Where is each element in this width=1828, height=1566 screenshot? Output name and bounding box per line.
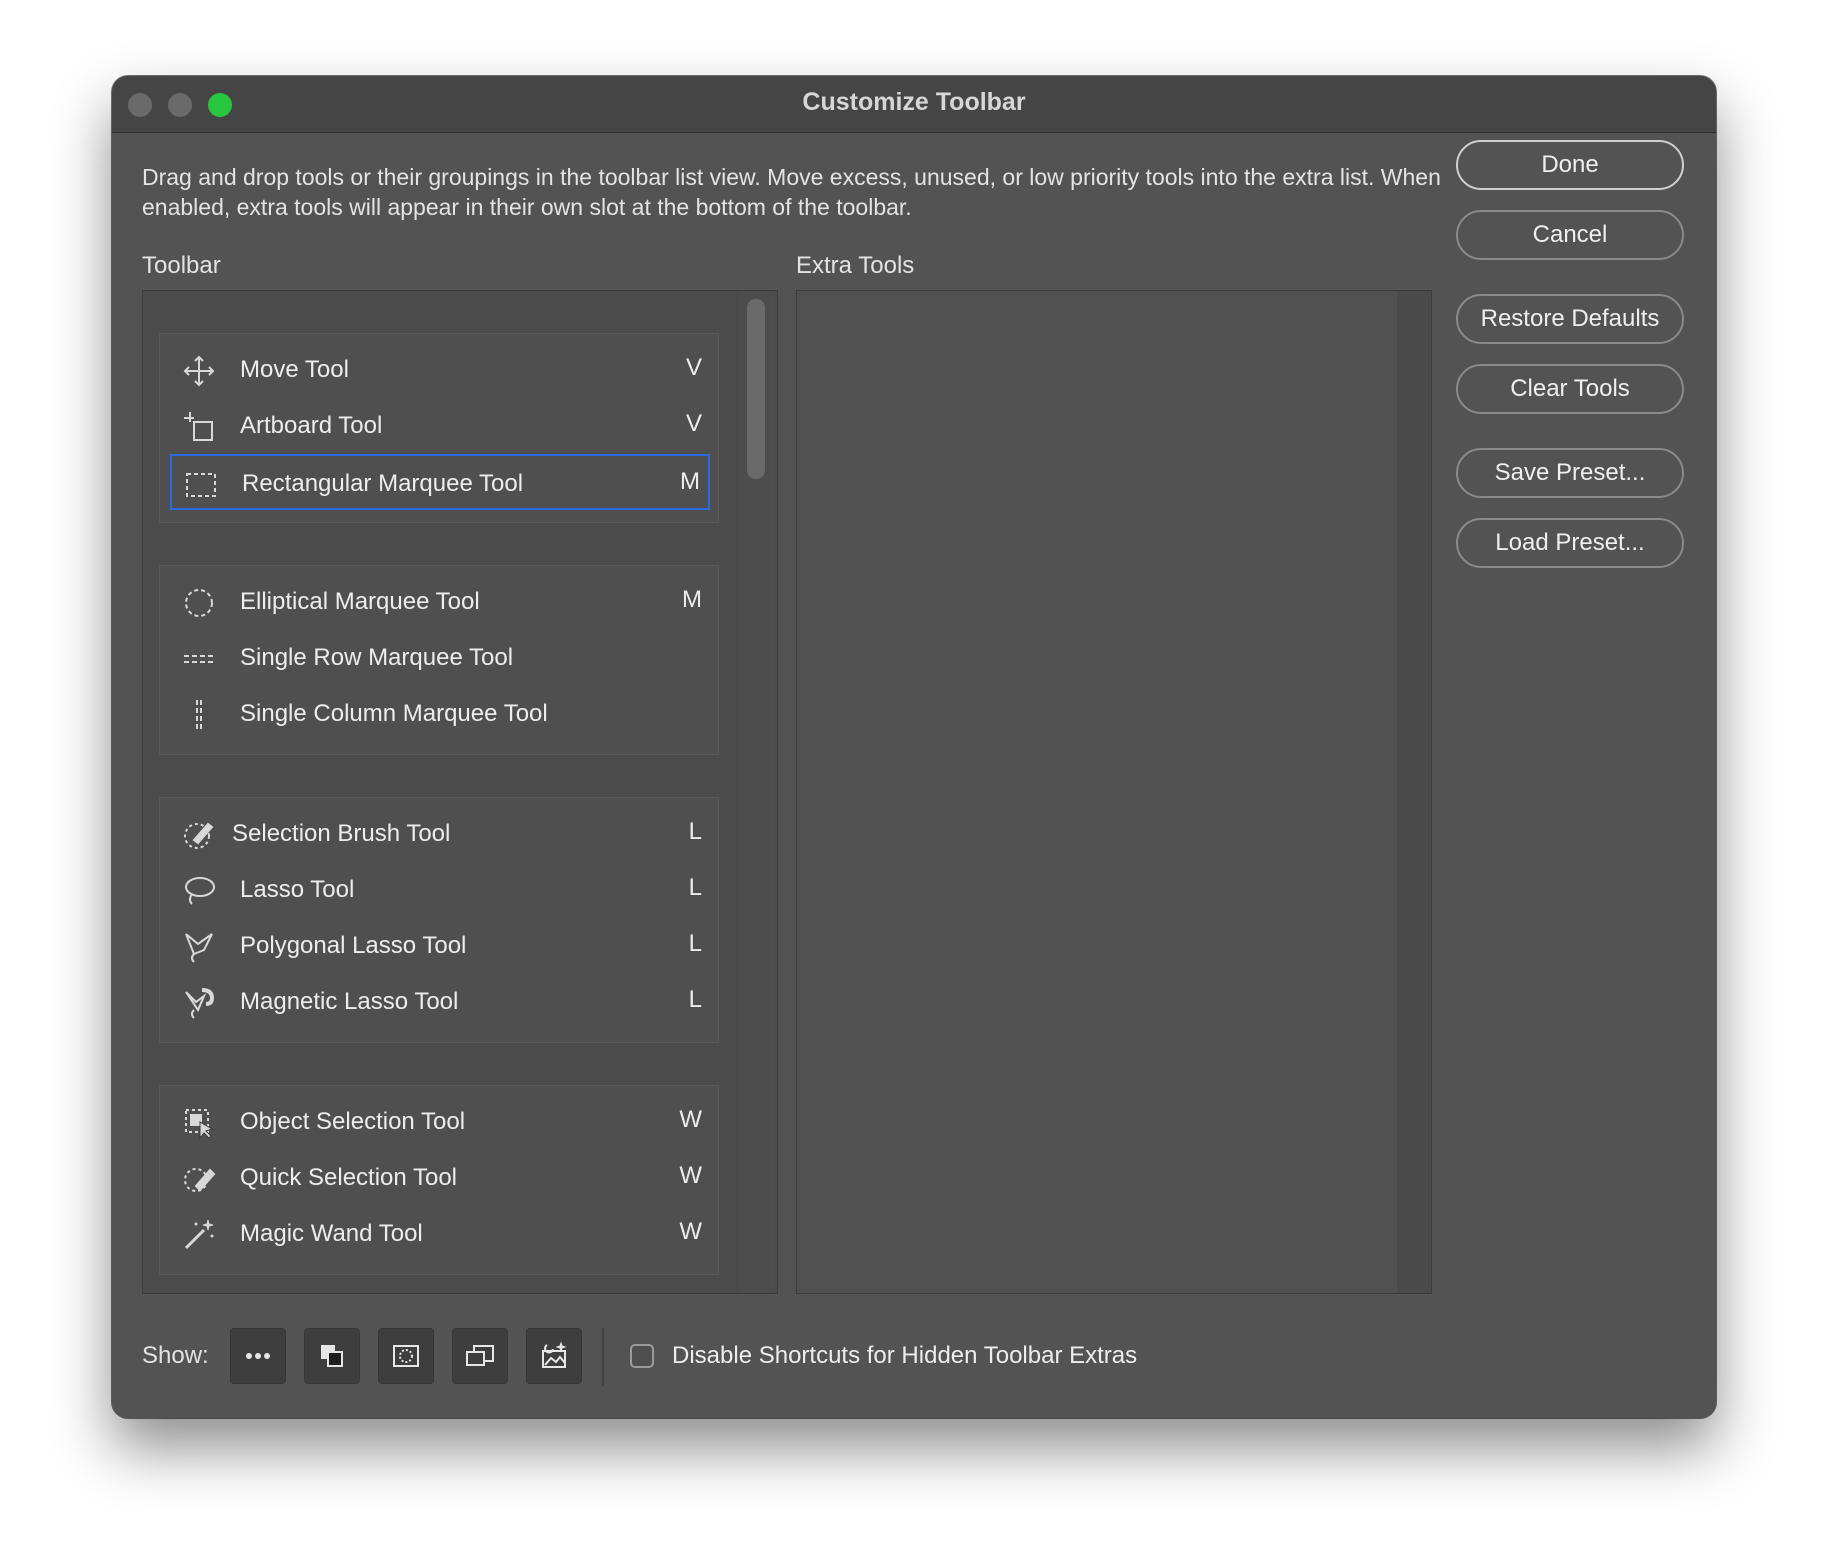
tool-name: Move Tool	[240, 356, 349, 383]
show-content-aware-button[interactable]	[526, 1328, 582, 1384]
tool-row-magic-wand[interactable]: Magic Wand Tool W	[170, 1206, 710, 1262]
tool-shortcut: M	[682, 586, 702, 613]
magnetic-lasso-icon	[182, 986, 216, 1020]
tool-shortcut: V	[685, 410, 702, 437]
done-button[interactable]: Done	[1456, 140, 1684, 190]
window-title: Customize Toolbar	[802, 88, 1026, 116]
tool-shortcut: W	[679, 1106, 702, 1133]
tool-name: Single Column Marquee Tool	[240, 700, 548, 727]
tool-name: Single Row Marquee Tool	[240, 644, 514, 671]
divider	[602, 1328, 604, 1386]
tool-row-move[interactable]: Move Tool V	[170, 342, 710, 398]
show-label: Show:	[142, 1342, 209, 1369]
toolbar-list[interactable]: Move Tool V Artboard Tool V Rectangular …	[142, 290, 778, 1294]
tool-row-elliptical-marquee[interactable]: Elliptical Marquee Tool M	[170, 574, 710, 630]
quick-selection-icon	[182, 1162, 216, 1196]
rect-marquee-icon	[184, 468, 218, 502]
color-swatches-icon	[321, 1345, 343, 1367]
tool-name: Selection Brush Tool	[232, 820, 451, 847]
tool-name: Rectangular Marquee Tool	[242, 470, 524, 497]
tool-name: Magnetic Lasso Tool	[240, 988, 459, 1015]
move-icon	[182, 354, 216, 388]
tool-shortcut: W	[679, 1162, 702, 1189]
save-preset-button[interactable]: Save Preset...	[1456, 448, 1684, 498]
ellipse-marquee-icon	[182, 586, 216, 620]
tool-row-artboard[interactable]: Artboard Tool V	[170, 398, 710, 454]
tool-row-quick-selection[interactable]: Quick Selection Tool W	[170, 1150, 710, 1206]
quick-mask-icon	[393, 1345, 419, 1367]
clear-tools-button[interactable]: Clear Tools	[1456, 364, 1684, 414]
toolbar-label: Toolbar	[142, 252, 221, 279]
customize-toolbar-dialog: Customize Toolbar Drag and drop tools or…	[112, 76, 1716, 1418]
single-row-marquee-icon	[182, 642, 216, 676]
tool-name: Artboard Tool	[240, 412, 383, 439]
tool-row-selection-brush[interactable]: Selection Brush Tool L	[170, 806, 710, 862]
show-quick-mask-button[interactable]	[378, 1328, 434, 1384]
restore-defaults-button[interactable]: Restore Defaults	[1456, 294, 1684, 344]
tool-name: Polygonal Lasso Tool	[240, 932, 467, 959]
tool-name: Quick Selection Tool	[240, 1164, 458, 1191]
tool-shortcut: L	[688, 986, 702, 1013]
tool-shortcut: M	[680, 468, 700, 495]
more-icon	[246, 1353, 270, 1359]
screen-mode-icon	[466, 1345, 494, 1366]
tool-group[interactable]: Move Tool V Artboard Tool V Rectangular …	[159, 333, 719, 523]
load-preset-button[interactable]: Load Preset...	[1456, 518, 1684, 568]
tool-shortcut: L	[688, 930, 702, 957]
tool-name: Object Selection Tool	[240, 1108, 466, 1135]
toolbar-scroll-thumb[interactable]	[747, 299, 765, 479]
polygonal-lasso-icon	[182, 930, 216, 964]
show-more-button[interactable]	[230, 1328, 286, 1384]
tool-group[interactable]: Elliptical Marquee Tool M Single Row Mar…	[159, 565, 719, 755]
tool-row-single-column-marquee[interactable]: Single Column Marquee Tool	[170, 686, 710, 742]
tool-name: Magic Wand Tool	[240, 1220, 423, 1247]
tool-row-magnetic-lasso[interactable]: Magnetic Lasso Tool L	[170, 974, 710, 1030]
tool-name: Elliptical Marquee Tool	[240, 588, 480, 615]
cancel-button[interactable]: Cancel	[1456, 210, 1684, 260]
title-bar: Customize Toolbar	[112, 76, 1716, 133]
tool-row-lasso[interactable]: Lasso Tool L	[170, 862, 710, 918]
content-aware-icon	[542, 1341, 567, 1368]
tool-shortcut: L	[688, 818, 702, 845]
tool-row-single-row-marquee[interactable]: Single Row Marquee Tool	[170, 630, 710, 686]
tool-row-rectangular-marquee[interactable]: Rectangular Marquee Tool M	[170, 454, 710, 510]
tool-name: Lasso Tool	[240, 876, 355, 903]
tool-group[interactable]: Object Selection Tool W Quick Selection …	[159, 1085, 719, 1275]
selection-brush-icon	[182, 818, 216, 852]
tool-row-object-selection[interactable]: Object Selection Tool W	[170, 1094, 710, 1150]
magic-wand-icon	[182, 1218, 216, 1252]
artboard-icon	[182, 410, 216, 444]
tool-row-polygonal-lasso[interactable]: Polygonal Lasso Tool L	[170, 918, 710, 974]
extra-tools-label: Extra Tools	[796, 252, 915, 279]
object-selection-icon	[182, 1106, 216, 1140]
disable-shortcuts-label[interactable]: Disable Shortcuts for Hidden Toolbar Ext…	[672, 1342, 1137, 1370]
extra-tools-scrollbar[interactable]	[1397, 291, 1431, 1293]
extra-tools-list[interactable]	[796, 290, 1432, 1294]
show-options-bar: Show: Disable Shortcuts for Hidden Toolb…	[142, 1328, 1716, 1388]
disable-shortcuts-checkbox[interactable]	[630, 1344, 654, 1368]
instructions-text: Drag and drop tools or their groupings i…	[142, 164, 1441, 220]
lasso-icon	[182, 874, 216, 908]
show-color-swatches-button[interactable]	[304, 1328, 360, 1384]
tool-shortcut: L	[688, 874, 702, 901]
tool-shortcut: V	[685, 354, 702, 381]
tool-group[interactable]: Selection Brush Tool L Lasso Tool L Poly…	[159, 797, 719, 1043]
show-screen-mode-button[interactable]	[452, 1328, 508, 1384]
single-column-marquee-icon	[182, 698, 216, 732]
tool-shortcut: W	[679, 1218, 702, 1245]
